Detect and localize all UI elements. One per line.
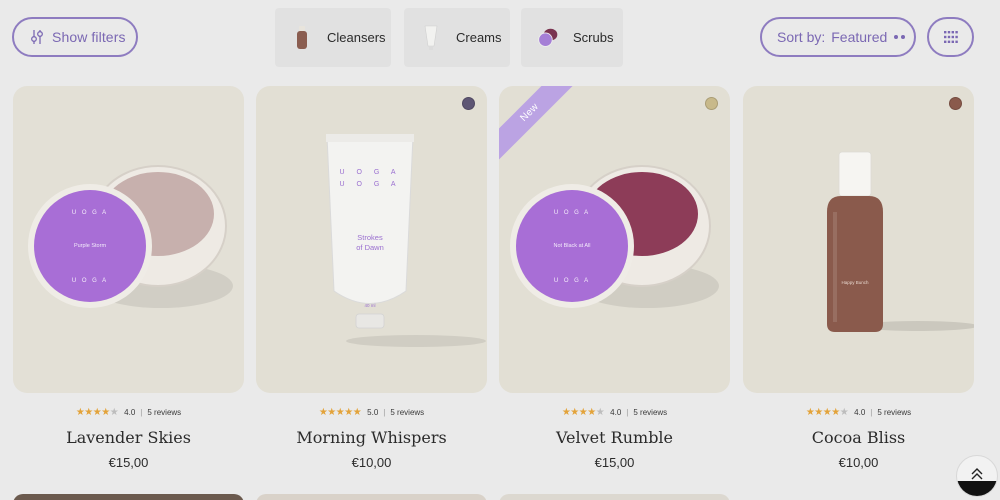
review-count[interactable]: 5 reviews: [147, 408, 181, 417]
show-filters-label: Show filters: [52, 29, 126, 45]
product-image[interactable]: Not Black at All U O G A U O G A New: [499, 86, 730, 393]
next-row-card-image[interactable]: [256, 494, 487, 500]
product-name[interactable]: Cocoa Bliss: [743, 428, 974, 447]
cleanser-bottle-illustration: Happy Bunch: [827, 151, 974, 332]
category-label: Cleansers: [327, 30, 386, 45]
category-creams[interactable]: Creams: [404, 8, 510, 67]
jar-brand-text: U O G A: [72, 278, 108, 284]
review-count[interactable]: 5 reviews: [877, 408, 911, 417]
star-rating: ★ ★ ★ ★ ★: [75, 407, 119, 418]
star-rating: ★ ★ ★ ★ ★: [561, 407, 605, 418]
chevron-double-up-icon: [971, 468, 983, 480]
color-swatch[interactable]: [462, 97, 475, 110]
jar-brand-text: U O G A: [554, 278, 590, 284]
catalog-toolbar: Show filters Cleansers Creams Scrubs Sor…: [0, 0, 1000, 76]
color-swatch[interactable]: [705, 97, 718, 110]
rating-separator: |: [140, 408, 143, 417]
sort-by-button[interactable]: Sort by: Featured: [760, 17, 916, 57]
tube-label-text: of Dawn: [356, 243, 384, 252]
bottle-label-text: Happy Bunch: [841, 280, 869, 285]
grid-view-button[interactable]: [927, 17, 974, 57]
jar-label-text: Not Black at All: [554, 243, 591, 249]
review-count[interactable]: 5 reviews: [390, 408, 424, 417]
star-rating: ★ ★ ★ ★ ★: [318, 407, 362, 418]
category-cleansers[interactable]: Cleansers: [275, 8, 391, 67]
product-name[interactable]: Lavender Skies: [13, 428, 244, 447]
scrub-jar-illustration: Not Black at All U O G A U O G A: [510, 165, 719, 308]
tube-label-text: Strokes: [357, 233, 383, 242]
rating-separator: |: [870, 408, 873, 417]
product-name[interactable]: Morning Whispers: [256, 428, 487, 447]
filter-sliders-icon: [31, 30, 43, 44]
product-card[interactable]: Happy Bunch ★ ★ ★ ★ ★ 4.0 | 5 reviews Cocoa …: [743, 86, 974, 470]
jar-label-text: Purple Storm: [74, 243, 107, 249]
cream-tube-icon: [424, 25, 438, 50]
sort-by-value: Featured: [831, 29, 888, 45]
rating-value: 4.0: [124, 408, 136, 417]
product-price: €15,00: [108, 455, 149, 470]
review-count[interactable]: 5 reviews: [633, 408, 667, 417]
product-price: €10,00: [838, 455, 879, 470]
tube-brand-text: U O G A: [339, 169, 400, 176]
scroll-progress-fill: [957, 481, 997, 496]
rating-row: ★ ★ ★ ★ ★ 5.0 | 5 reviews: [256, 407, 487, 418]
tube-volume-text: 40 ml: [364, 303, 375, 308]
grid-icon: [943, 31, 958, 43]
product-price: €15,00: [594, 455, 635, 470]
rating-row: ★ ★ ★ ★ ★ 4.0 | 5 reviews: [743, 407, 974, 418]
cream-tube-illustration: U O G A U O G A Strokes of Dawn 40 ml: [326, 134, 486, 347]
product-price: €10,00: [351, 455, 392, 470]
rating-row: ★ ★ ★ ★ ★ 4.0 | 5 reviews: [13, 407, 244, 418]
rating-row: ★ ★ ★ ★ ★ 4.0 | 5 reviews: [499, 407, 730, 418]
product-card[interactable]: U O G A U O G A Strokes of Dawn 40 ml ★ ★…: [256, 86, 487, 470]
scrub-jar-illustration: Purple Storm U O G A U O G A: [28, 165, 233, 308]
rating-value: 4.0: [854, 408, 866, 417]
product-card[interactable]: Not Black at All U O G A U O G A New ★ ★ ★…: [499, 86, 730, 470]
next-row-card-image[interactable]: [13, 494, 244, 500]
tube-brand-text: U O G A: [339, 181, 400, 188]
rating-separator: |: [626, 408, 629, 417]
product-card[interactable]: Purple Storm U O G A U O G A ★ ★ ★ ★ ★ 4.0 |…: [13, 86, 244, 470]
show-filters-button[interactable]: Show filters: [12, 17, 138, 57]
category-scrubs[interactable]: Scrubs: [521, 8, 623, 67]
cleanser-bottle-icon: [297, 25, 307, 49]
next-row-card-image[interactable]: [499, 494, 730, 500]
product-image[interactable]: Purple Storm U O G A U O G A: [13, 86, 244, 393]
jar-brand-text: U O G A: [72, 210, 108, 216]
category-label: Scrubs: [573, 30, 614, 45]
category-label: Creams: [456, 30, 502, 45]
rating-value: 4.0: [610, 408, 622, 417]
product-name[interactable]: Velvet Rumble: [499, 428, 730, 447]
star-rating: ★ ★ ★ ★ ★: [805, 407, 849, 418]
product-image[interactable]: U O G A U O G A Strokes of Dawn 40 ml: [256, 86, 487, 393]
sort-by-prefix: Sort by:: [777, 29, 826, 45]
rating-separator: |: [383, 408, 386, 417]
scrub-jar-icon: [538, 28, 558, 47]
sort-dots-icon: [894, 35, 906, 39]
rating-value: 5.0: [367, 408, 379, 417]
color-swatch[interactable]: [949, 97, 962, 110]
product-image[interactable]: Happy Bunch: [743, 86, 974, 393]
jar-brand-text: U O G A: [554, 210, 590, 216]
scroll-to-top-button[interactable]: [956, 455, 998, 497]
